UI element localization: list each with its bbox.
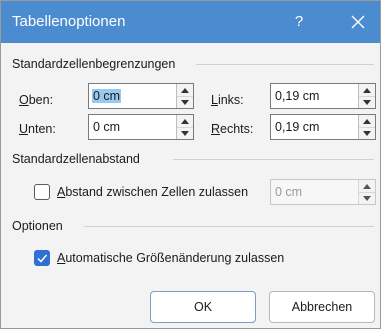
top-margin-spinner[interactable]: 0 cm bbox=[88, 83, 194, 109]
right-margin-increment[interactable] bbox=[359, 115, 375, 127]
ok-button[interactable]: OK bbox=[150, 291, 256, 323]
bottom-margin-increment[interactable] bbox=[177, 115, 193, 127]
right-margin-label: Rechts: bbox=[211, 122, 254, 136]
help-button[interactable]: ? bbox=[285, 8, 313, 36]
spacing-arrows bbox=[358, 180, 375, 204]
bottom-margin-value[interactable]: 0 cm bbox=[92, 120, 121, 134]
spacing-section-title: Standardzellenabstand bbox=[12, 152, 140, 166]
bottom-margin-label: Unten: bbox=[19, 122, 56, 136]
title-bar: Tabellenoptionen ? bbox=[1, 1, 380, 43]
right-margin-spinner[interactable]: 0,19 cm bbox=[270, 114, 376, 140]
bottom-margin-decrement[interactable] bbox=[177, 127, 193, 139]
spacing-value[interactable]: 0 cm bbox=[274, 185, 303, 199]
arrow-up-icon bbox=[363, 87, 371, 93]
spacing-section-divider bbox=[173, 159, 374, 160]
arrow-down-icon bbox=[363, 196, 371, 201]
bottom-margin-arrows bbox=[176, 115, 193, 139]
top-margin-label: Oben: bbox=[19, 93, 54, 107]
arrow-down-icon bbox=[181, 131, 189, 136]
autofit-label[interactable]: Automatische Größenänderung zulassen bbox=[57, 251, 284, 265]
left-margin-increment[interactable] bbox=[359, 84, 375, 96]
left-margin-value[interactable]: 0,19 cm bbox=[274, 89, 320, 103]
allow-spacing-checkbox[interactable] bbox=[34, 184, 50, 200]
top-margin-increment[interactable] bbox=[177, 84, 193, 96]
cancel-button[interactable]: Abbrechen bbox=[269, 291, 375, 323]
arrow-up-icon bbox=[363, 118, 371, 124]
top-margin-arrows bbox=[176, 84, 193, 108]
close-button[interactable] bbox=[345, 9, 371, 35]
options-section-divider bbox=[84, 226, 374, 227]
spacing-spinner[interactable]: 0 cm bbox=[270, 179, 376, 205]
arrow-up-icon bbox=[181, 87, 189, 93]
checkmark-icon bbox=[37, 254, 48, 263]
right-margin-value[interactable]: 0,19 cm bbox=[274, 120, 320, 134]
margins-section-divider bbox=[196, 64, 374, 65]
bottom-margin-spinner[interactable]: 0 cm bbox=[88, 114, 194, 140]
close-icon bbox=[351, 15, 365, 29]
margins-section-title: Standardzellenbegrenzungen bbox=[12, 57, 176, 71]
left-margin-decrement[interactable] bbox=[359, 96, 375, 108]
top-margin-decrement[interactable] bbox=[177, 96, 193, 108]
left-margin-spinner[interactable]: 0,19 cm bbox=[270, 83, 376, 109]
spacing-increment[interactable] bbox=[359, 180, 375, 192]
left-margin-label: Links: bbox=[211, 93, 244, 107]
options-section-title: Optionen bbox=[12, 219, 63, 233]
arrow-down-icon bbox=[363, 131, 371, 136]
arrow-down-icon bbox=[363, 100, 371, 105]
arrow-down-icon bbox=[181, 100, 189, 105]
autofit-checkbox[interactable] bbox=[34, 250, 50, 266]
spacing-decrement[interactable] bbox=[359, 192, 375, 204]
top-margin-value[interactable]: 0 cm bbox=[92, 89, 122, 103]
allow-spacing-label[interactable]: Abstand zwischen Zellen zulassen bbox=[57, 185, 248, 199]
table-options-dialog: Tabellenoptionen ? Standardzellenbegrenz… bbox=[0, 0, 381, 329]
dialog-title: Tabellenoptionen bbox=[12, 13, 126, 30]
arrow-up-icon bbox=[363, 183, 371, 189]
left-margin-arrows bbox=[358, 84, 375, 108]
arrow-up-icon bbox=[181, 118, 189, 124]
right-margin-arrows bbox=[358, 115, 375, 139]
right-margin-decrement[interactable] bbox=[359, 127, 375, 139]
